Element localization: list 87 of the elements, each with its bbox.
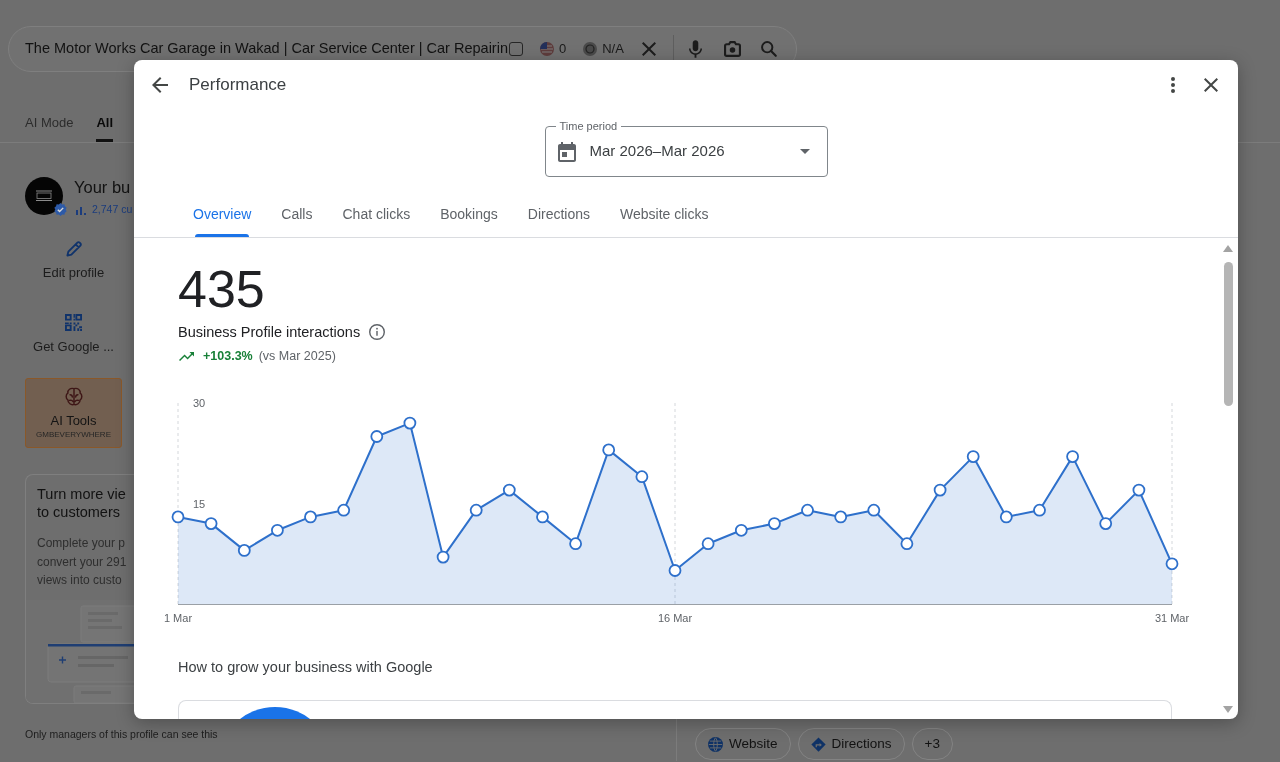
axis-tick-label: 15 [193,497,206,510]
camera-icon[interactable] [723,41,741,57]
data-point [171,510,185,524]
data-point [635,470,649,484]
dialog-tab[interactable]: Chat clicks [327,198,426,237]
metric-label: Business Profile interactions [178,323,361,342]
globe-icon [708,736,723,752]
scroll-up-arrow-icon[interactable] [1223,245,1233,252]
calendar-icon [557,141,576,162]
data-point [1033,503,1046,517]
field-label: Time period [555,119,622,133]
edit-profile-button[interactable]: Edit profile [25,241,122,281]
qr-code-button[interactable]: Get Google ... [25,314,122,355]
qr-code-icon [65,314,82,331]
footer-note: Only managers of this profile can see this [25,728,218,741]
dialog-tab[interactable]: Bookings [425,198,513,237]
checkbox[interactable] [509,42,523,56]
card-description: Complete your p convert your 291 views into custo [37,535,127,589]
scroll-down-arrow-icon[interactable] [1223,706,1233,713]
dialog-tab[interactable]: Calls [266,198,328,237]
ai-tools-button[interactable]: AI Tools GMBEVERYWHERE [25,378,122,448]
search-tab[interactable]: All [96,115,114,142]
data-point [1099,517,1113,530]
search-icon[interactable] [760,41,777,57]
data-point [502,483,516,497]
extension-value: 0 [559,40,567,59]
pencil-icon [65,241,82,257]
axis-tick-label: 16 Mar [657,612,693,624]
dialog-tab[interactable]: Overview [178,198,267,237]
data-point [536,510,549,524]
change-percent: +103.3% [203,348,253,364]
flag-icon[interactable] [540,42,554,56]
close-icon[interactable] [1204,78,1218,92]
extension-value: N/A [602,40,624,59]
data-point [768,517,781,530]
data-point [867,503,881,517]
axis-tick-label: 1 Mar [163,612,193,624]
dialog-title: Performance [189,74,287,97]
card-title: Turn more vie to customers [37,485,126,521]
data-point [1066,450,1079,463]
dialog-tab[interactable]: Website clicks [605,198,724,237]
data-point [834,510,848,524]
trending-up-icon [179,351,194,361]
business-logo [25,177,63,215]
card-illustration [240,707,310,719]
data-point [237,544,251,557]
verified-badge-icon [54,203,67,216]
data-point [337,503,351,517]
business-name: Your bu [74,177,132,197]
search-tab[interactable]: AI Mode [25,115,74,142]
data-point [999,510,1013,524]
directions-icon [810,736,826,752]
dropdown-caret-icon [799,149,810,154]
data-point [933,483,947,497]
data-point [403,416,417,430]
data-point [1132,483,1146,497]
more-options-icon[interactable] [1171,77,1175,93]
metric-value: 435 [178,263,265,315]
data-point [370,430,384,443]
data-point [966,450,980,463]
comparison-text: (vs Mar 2025) [258,348,336,364]
bar-chart-icon [76,204,86,215]
data-point [436,550,450,564]
data-point [734,523,748,537]
stat-link[interactable]: 2,747 cu [92,203,133,216]
time-period-value: Mar 2026–Mar 2026 [589,141,725,162]
data-point [304,510,317,524]
data-point [271,523,284,537]
info-icon[interactable] [369,324,386,340]
section-title: How to grow your business with Google [178,658,433,677]
data-point [801,503,814,517]
data-point [900,537,914,551]
brain-icon [64,387,83,406]
axis-tick-label: 31 Mar [1154,612,1190,624]
data-point [602,443,616,457]
coin-icon[interactable] [583,42,598,56]
data-point [668,564,682,577]
axis-tick-label: 30 [193,397,206,409]
data-point [1165,557,1179,571]
data-point [204,517,218,530]
back-arrow-icon[interactable] [152,77,168,93]
scrollbar-thumb[interactable] [1223,262,1233,406]
data-point [469,503,483,517]
data-point [569,537,582,551]
data-point [701,537,715,551]
microphone-icon[interactable] [688,40,702,58]
dialog-tab[interactable]: Directions [512,198,605,237]
